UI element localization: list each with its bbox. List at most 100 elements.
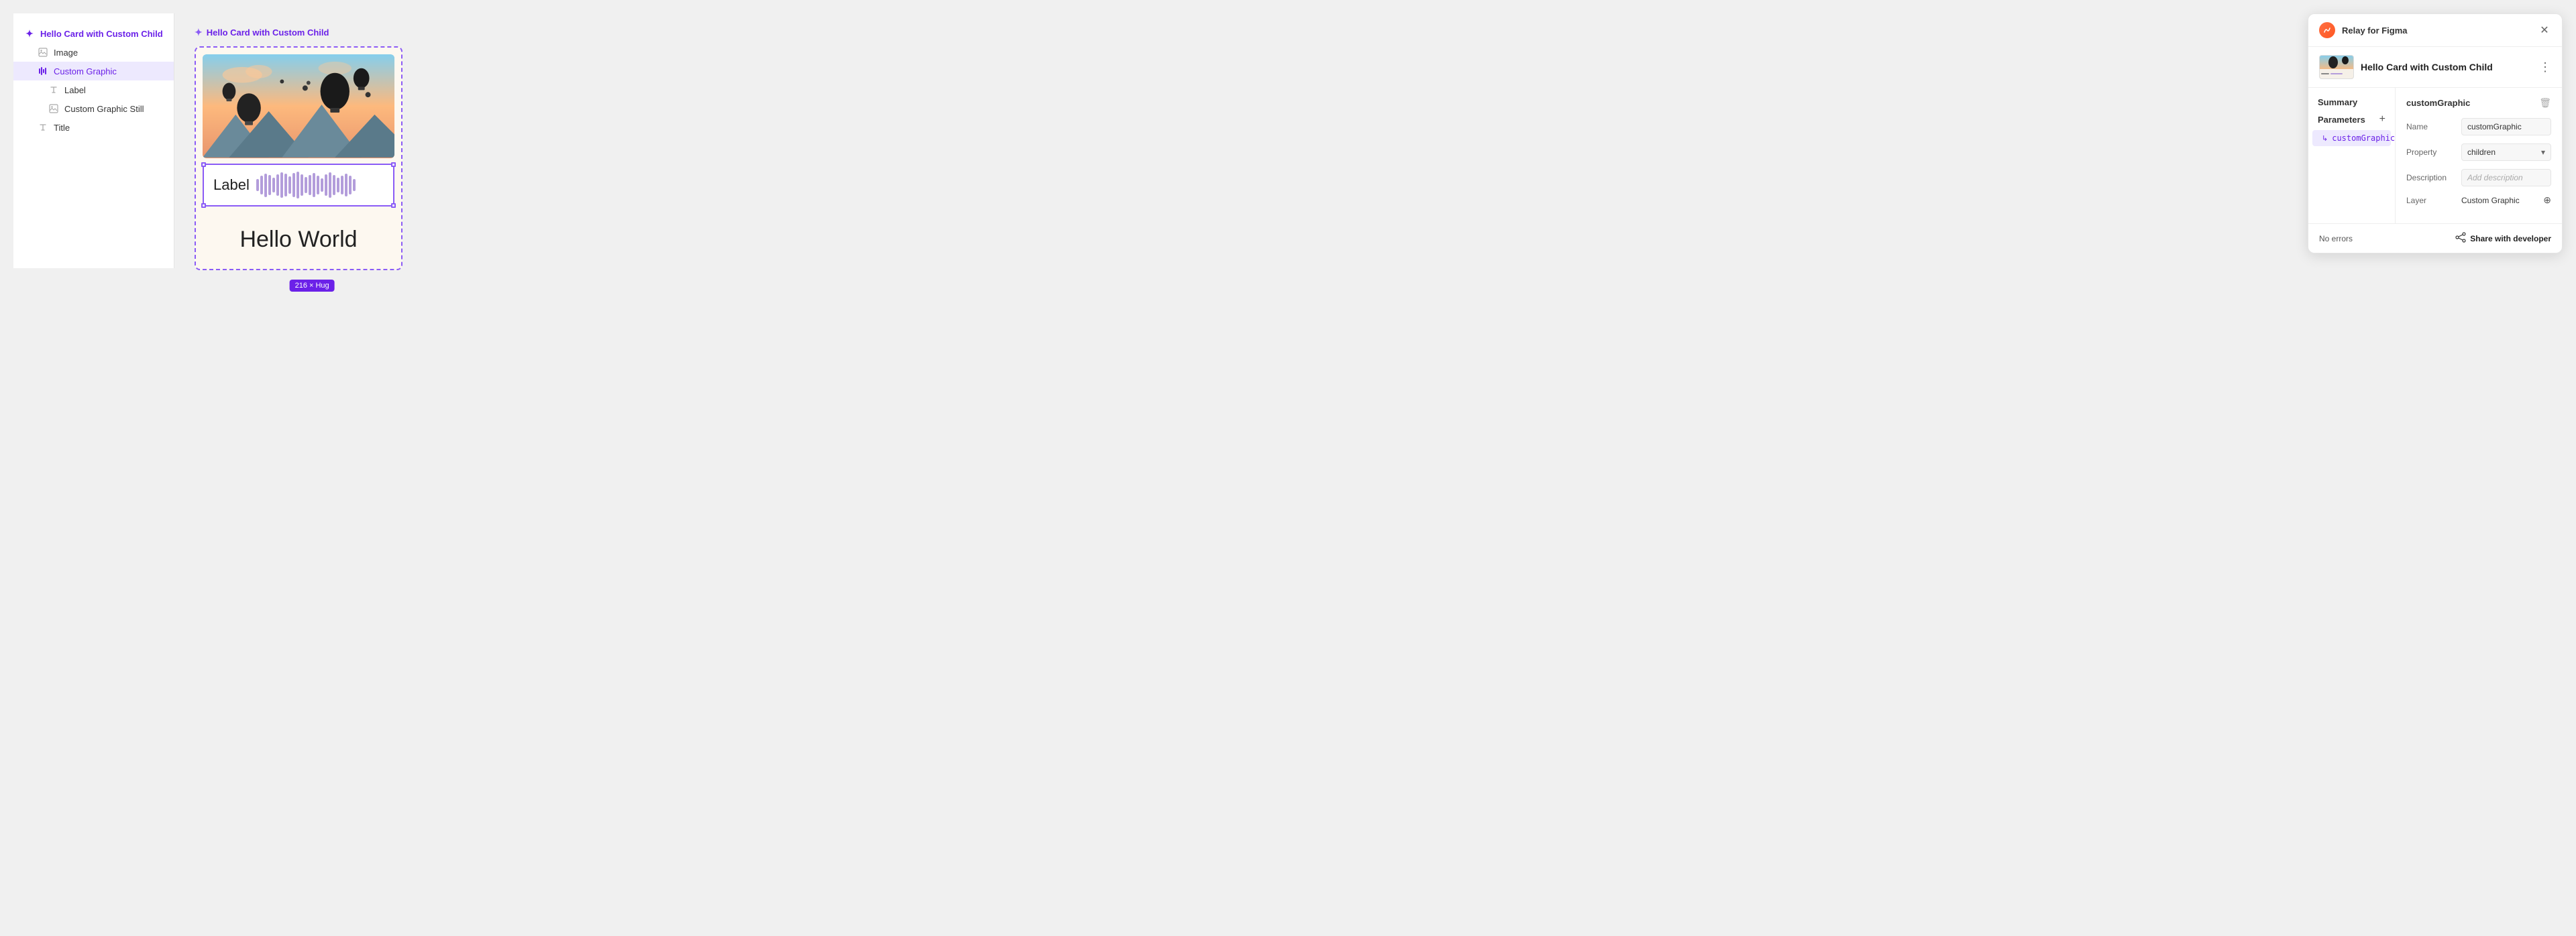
handle-tr bbox=[391, 162, 396, 167]
wave-bar bbox=[276, 174, 279, 196]
parameters-title: Parameters bbox=[2318, 115, 2365, 125]
panel-header: Relay for Figma ✕ bbox=[2308, 14, 2562, 47]
chevron-down-icon: ▾ bbox=[2541, 148, 2545, 157]
tree-item-label-label: Label bbox=[64, 85, 86, 95]
tree-item-custom-graphic-still[interactable]: Custom Graphic Still bbox=[13, 99, 174, 118]
wave-bar bbox=[349, 176, 352, 194]
relay-logo bbox=[2319, 22, 2335, 38]
more-options-button[interactable]: ⋮ bbox=[2539, 61, 2551, 73]
tree-item-custom-graphic-label: Custom Graphic bbox=[54, 66, 117, 76]
wave-bar bbox=[317, 176, 319, 194]
card-image bbox=[203, 54, 394, 158]
property-value-text: children bbox=[2467, 148, 2496, 157]
left-panel: ✦ Hello Card with Custom Child Image Cus… bbox=[13, 13, 174, 268]
tree-item-root-label: Hello Card with Custom Child bbox=[40, 29, 163, 39]
name-value-text: customGraphic bbox=[2467, 122, 2522, 131]
tree-item-custom-graphic-still-label: Custom Graphic Still bbox=[64, 104, 144, 114]
wave-bar bbox=[325, 174, 327, 196]
wave-bar bbox=[321, 178, 323, 192]
tree-item-label[interactable]: Label bbox=[13, 80, 174, 99]
description-placeholder: Add description bbox=[2467, 173, 2523, 182]
summary-column: Summary Parameters + ↳ customGraphic bbox=[2308, 88, 2396, 223]
label-section[interactable]: Label bbox=[203, 164, 394, 207]
wave-bar bbox=[268, 175, 271, 195]
param-name: customGraphic bbox=[2332, 133, 2395, 143]
share-label: Share with developer bbox=[2470, 234, 2551, 243]
wave-bar bbox=[264, 174, 267, 197]
layer-label: Layer bbox=[2406, 196, 2455, 205]
tree-item-custom-graphic[interactable]: Custom Graphic bbox=[13, 62, 174, 80]
description-label: Description bbox=[2406, 173, 2455, 182]
center-panel: ✦ Hello Card with Custom Child bbox=[174, 13, 2294, 284]
layer-value: Custom Graphic ⊕ bbox=[2461, 194, 2551, 206]
text-icon-title bbox=[38, 122, 48, 133]
no-errors-text: No errors bbox=[2319, 234, 2353, 243]
wave-bar bbox=[341, 176, 343, 194]
tree-item-title-label: Title bbox=[54, 123, 70, 133]
name-label: Name bbox=[2406, 122, 2455, 131]
center-title: ✦ Hello Card with Custom Child bbox=[195, 27, 2274, 38]
name-value[interactable]: customGraphic bbox=[2461, 118, 2551, 135]
add-parameter-button[interactable]: + bbox=[2379, 114, 2385, 125]
wave-bar bbox=[280, 172, 283, 198]
image-icon-still bbox=[48, 103, 59, 114]
hello-world-text: Hello World bbox=[203, 207, 394, 262]
crosshair-icon[interactable]: ⊕ bbox=[2543, 194, 2551, 206]
card-preview: Label 216 × Hug Hello World bbox=[195, 46, 402, 270]
handle-bl bbox=[201, 203, 206, 208]
tree-item-image[interactable]: Image bbox=[13, 43, 174, 62]
wave-bar bbox=[309, 175, 311, 195]
wave-bar bbox=[313, 173, 315, 197]
wave-bar bbox=[260, 176, 263, 194]
tree-item-image-label: Image bbox=[54, 48, 78, 58]
size-badge: 216 × Hug bbox=[290, 280, 335, 292]
detail-row-layer: Layer Custom Graphic ⊕ bbox=[2406, 194, 2551, 206]
summary-title: Summary bbox=[2308, 97, 2395, 114]
share-icon bbox=[2455, 232, 2466, 245]
wave-bar bbox=[292, 173, 295, 197]
param-item-custom-graphic[interactable]: ↳ customGraphic bbox=[2312, 130, 2391, 146]
share-with-developer-button[interactable]: Share with developer bbox=[2455, 232, 2551, 245]
wave-bar bbox=[284, 174, 287, 196]
wave-bar bbox=[345, 174, 347, 196]
tree-item-root[interactable]: ✦ Hello Card with Custom Child bbox=[13, 24, 174, 43]
center-panel-title: Hello Card with Custom Child bbox=[207, 27, 329, 38]
wave-bar bbox=[301, 174, 303, 196]
panel-footer: No errors Share with developer bbox=[2308, 223, 2562, 253]
param-arrow-icon: ↳ bbox=[2322, 134, 2328, 143]
label-text: Label bbox=[213, 176, 250, 194]
wave-bar bbox=[297, 172, 299, 198]
parameters-header: Parameters + bbox=[2308, 114, 2395, 130]
detail-column: customGraphic 🗑 Name customGraphic Prope… bbox=[2396, 88, 2562, 223]
waveform bbox=[256, 172, 384, 198]
component-thumbnail bbox=[2319, 55, 2354, 79]
detail-header: customGraphic 🗑 bbox=[2406, 97, 2551, 109]
detail-row-description: Description Add description bbox=[2406, 169, 2551, 186]
wave-bar bbox=[256, 179, 259, 191]
wave-bar bbox=[329, 172, 331, 198]
wave-bar bbox=[353, 179, 356, 191]
text-icon-label bbox=[48, 84, 59, 95]
property-label: Property bbox=[2406, 148, 2455, 157]
panel-body: Summary Parameters + ↳ customGraphic cus… bbox=[2308, 88, 2562, 223]
diamond-icon: ✦ bbox=[195, 27, 203, 38]
wave-bar bbox=[288, 176, 291, 194]
image-icon bbox=[38, 47, 48, 58]
right-panel: Relay for Figma ✕ Hello Card with bbox=[2308, 13, 2563, 253]
wave-bar bbox=[333, 175, 335, 195]
move-icon: ✦ bbox=[24, 28, 35, 39]
detail-header-name: customGraphic bbox=[2406, 98, 2470, 108]
detail-row-name: Name customGraphic bbox=[2406, 118, 2551, 135]
tree-item-title[interactable]: Title bbox=[13, 118, 174, 137]
description-value[interactable]: Add description bbox=[2461, 169, 2551, 186]
property-value[interactable]: children ▾ bbox=[2461, 143, 2551, 161]
wave-bar bbox=[305, 177, 307, 193]
wave-bar bbox=[337, 178, 339, 192]
close-button[interactable]: ✕ bbox=[2538, 23, 2551, 37]
app-name: Relay for Figma bbox=[2342, 25, 2531, 36]
handle-br bbox=[391, 203, 396, 208]
bars-icon bbox=[38, 66, 48, 76]
delete-button[interactable]: 🗑 bbox=[2539, 97, 2551, 109]
detail-row-property: Property children ▾ bbox=[2406, 143, 2551, 161]
component-name: Hello Card with Custom Child bbox=[2361, 62, 2532, 72]
